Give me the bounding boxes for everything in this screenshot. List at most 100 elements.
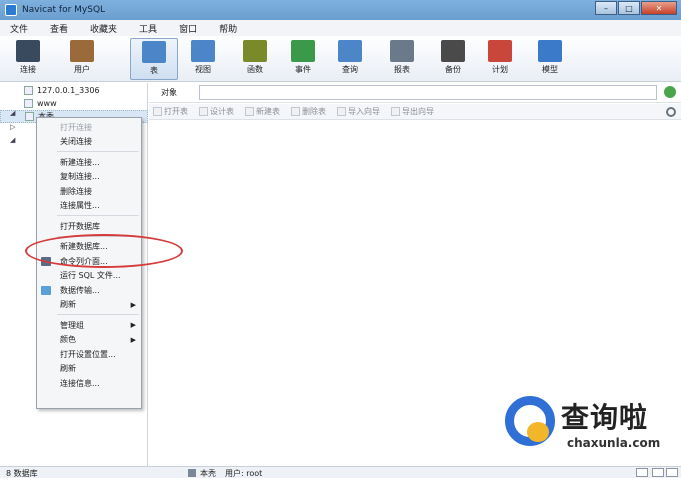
context-menu-label: 打开设置位置... <box>60 349 116 359</box>
context-menu-item[interactable]: 打开设置位置... <box>37 347 141 361</box>
object-toolbar-button[interactable]: 新建表 <box>245 106 280 117</box>
menu-item[interactable]: 窗口 <box>179 22 197 35</box>
user-icon <box>70 40 94 62</box>
object-toolbar-label: 删除表 <box>302 107 326 116</box>
toolbar-plug-button[interactable]: 连接 <box>8 38 48 80</box>
context-menu-item[interactable]: 刷新 <box>37 362 141 376</box>
context-menu-label: 连接信息... <box>60 378 100 388</box>
objects-tab[interactable]: 对象 <box>161 87 177 98</box>
submenu-arrow-icon: ▶ <box>130 335 136 344</box>
toolbar-label: 事件 <box>295 65 311 74</box>
detail-view-icon[interactable] <box>666 468 678 477</box>
context-menu-item[interactable]: 连接信息... <box>37 376 141 390</box>
toolbar-user-button[interactable]: 用户 <box>62 38 102 80</box>
context-menu-item[interactable]: 管理组 ▶ <box>37 318 141 332</box>
toolbar-model-button[interactable]: 模型 <box>530 38 570 80</box>
query-icon <box>338 40 362 62</box>
object-toolbar-label: 新建表 <box>256 107 280 116</box>
context-menu-item[interactable]: 新建连接... <box>37 155 141 169</box>
search-icon[interactable] <box>666 107 676 117</box>
title-bar: Navicat for MySQL – □ ✕ <box>0 0 681 20</box>
context-menu-label: 刷新 <box>60 364 76 373</box>
toolbar-table-button[interactable]: 表 <box>130 38 178 80</box>
toolbar-label: 函数 <box>247 65 263 74</box>
object-toolbar-button[interactable]: 导入向导 <box>337 106 380 117</box>
toolbar-function-button[interactable]: 函数 <box>235 38 275 80</box>
menu-item[interactable]: 帮助 <box>219 22 237 35</box>
toolbar-backup-button[interactable]: 备份 <box>433 38 473 80</box>
object-toolbar: 打开表 设计表 新建表 删除表 导入向导 导出向导 <box>149 104 681 120</box>
maximize-button[interactable]: □ <box>618 1 640 15</box>
tree-collapsed-arrow-icon[interactable]: ▷ <box>10 123 15 131</box>
toolbar-label: 计划 <box>492 65 508 74</box>
context-menu-item[interactable]: 运行 SQL 文件... <box>37 269 141 283</box>
list-view-icon[interactable] <box>652 468 664 477</box>
status-bar: 8 数据库 本秃 用户: root <box>0 466 681 478</box>
menu-bar: 文件 查看 收藏夹 工具 窗口 帮助 <box>0 20 681 36</box>
backup-icon <box>441 40 465 62</box>
tree-item-label: 127.0.0.1_3306 <box>37 86 100 95</box>
magnifier-logo-icon <box>505 396 555 446</box>
function-icon <box>243 40 267 62</box>
menu-separator <box>57 215 139 216</box>
object-action-icon <box>337 107 346 116</box>
refresh-icon[interactable] <box>664 86 676 98</box>
menu-item[interactable]: 查看 <box>50 22 68 35</box>
context-menu-item[interactable]: 数据传输... <box>37 283 141 297</box>
schedule-icon <box>488 40 512 62</box>
context-menu-label: 关闭连接 <box>60 137 92 146</box>
object-toolbar-button[interactable]: 导出向导 <box>391 106 434 117</box>
object-toolbar-button[interactable]: 删除表 <box>291 106 326 117</box>
model-icon <box>538 40 562 62</box>
context-menu-item[interactable]: 打开连接 <box>37 120 141 134</box>
main-toolbar: 连接 用户 表 视图 函数 事件 查询 报表 备份 计划 模型 <box>0 36 681 82</box>
database-count: 8 数据库 <box>6 469 38 478</box>
toolbar-schedule-button[interactable]: 计划 <box>480 38 520 80</box>
toolbar-label: 模型 <box>542 65 558 74</box>
context-menu-label: 删除连接 <box>60 186 92 196</box>
context-menu-item[interactable]: 复制连接... <box>37 170 141 184</box>
toolbar-label: 报表 <box>394 65 410 74</box>
object-action-icon <box>291 107 300 116</box>
toolbar-view-button[interactable]: 视图 <box>183 38 223 80</box>
watermark-logo: 查询啦 chaxunla.com <box>505 392 675 458</box>
menu-item[interactable]: 工具 <box>139 22 157 35</box>
toolbar-event-button[interactable]: 事件 <box>283 38 323 80</box>
tree-item[interactable]: www <box>0 97 148 110</box>
toolbar-label: 查询 <box>342 65 358 74</box>
object-action-icon <box>245 107 254 116</box>
table-icon <box>142 41 166 63</box>
context-menu-label: 打开数据库 <box>60 221 100 231</box>
submenu-arrow-icon: ▶ <box>130 321 136 329</box>
window-controls: – □ ✕ <box>595 1 677 15</box>
toolbar-report-button[interactable]: 报表 <box>382 38 422 80</box>
object-toolbar-button[interactable]: 设计表 <box>199 106 234 117</box>
object-action-icon <box>199 107 208 116</box>
toolbar-label: 备份 <box>445 65 461 74</box>
close-button[interactable]: ✕ <box>641 1 677 15</box>
context-menu-item[interactable]: 关闭连接 <box>37 135 141 149</box>
menu-item[interactable]: 收藏夹 <box>90 22 117 35</box>
tree-expanded-arrow-icon[interactable]: ◢ <box>10 136 15 144</box>
context-menu-label: 复制连接... <box>60 172 100 181</box>
context-menu-item[interactable]: 删除连接 <box>37 184 141 198</box>
minimize-button[interactable]: – <box>595 1 617 15</box>
grid-view-icon[interactable] <box>636 468 648 477</box>
context-menu-item[interactable]: 颜色 ▶ <box>37 333 141 347</box>
highlight-annotation <box>25 234 183 268</box>
submenu-arrow-icon: ▶ <box>130 300 136 309</box>
object-toolbar-button[interactable]: 打开表 <box>153 106 188 117</box>
object-filter-input[interactable] <box>199 85 657 100</box>
toolbar-query-button[interactable]: 查询 <box>330 38 370 80</box>
menu-separator <box>57 314 139 315</box>
context-menu-item[interactable]: 刷新 ▶ <box>37 298 141 312</box>
tree-expanded-arrow-icon[interactable]: ◢ <box>10 109 15 117</box>
context-menu-label: 管理组 <box>60 320 84 330</box>
context-menu-item[interactable]: 打开数据库 <box>37 219 141 233</box>
menu-item[interactable]: 文件 <box>10 22 28 35</box>
view-icon <box>191 40 215 62</box>
object-toolbar-label: 设计表 <box>210 107 234 116</box>
context-menu-item[interactable]: 连接属性... <box>37 199 141 213</box>
current-user: 用户: root <box>225 469 263 478</box>
tree-item[interactable]: 127.0.0.1_3306 <box>0 84 148 97</box>
